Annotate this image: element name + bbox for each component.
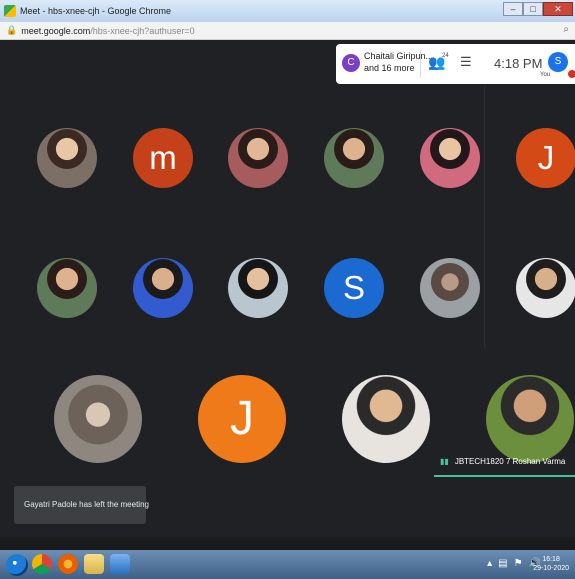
participant-photo-tile[interactable] bbox=[37, 128, 97, 188]
chat-icon[interactable]: ☰ bbox=[460, 54, 472, 70]
window-titlebar: Meet - hbs-xnee-cjh - Google Chrome – □ … bbox=[0, 0, 575, 22]
url-host: meet.google.com bbox=[21, 25, 91, 36]
active-speaker-name: JBTECH1820 7 Roshan Varma bbox=[454, 457, 566, 466]
taskbar-time: 16:18 bbox=[542, 556, 560, 563]
grid-divider bbox=[484, 86, 485, 348]
participants-count: 24 bbox=[442, 53, 449, 59]
firefox-icon[interactable] bbox=[58, 554, 78, 574]
maximize-button[interactable]: □ bbox=[523, 2, 543, 16]
self-avatar[interactable]: S bbox=[548, 52, 568, 72]
taskbar: ▴ ▤ ⚑ 🔊 16:18 29-10-2020 bbox=[0, 550, 575, 579]
participant-tile[interactable]: S bbox=[324, 258, 384, 318]
taskbar-date: 29-10-2020 bbox=[533, 565, 569, 572]
participant-photo-tile[interactable] bbox=[420, 258, 480, 318]
recording-indicator-icon bbox=[568, 70, 575, 78]
self-label: You bbox=[540, 72, 551, 78]
active-speaker-label: ▮▮ JBTECH1820 7 Roshan Varma bbox=[440, 457, 565, 466]
meeting-info-card: C Chaitali Giripun... and 16 more 👥 24 ☰… bbox=[336, 44, 575, 84]
participant-photo-tile[interactable] bbox=[342, 375, 430, 463]
active-speaker-indicator bbox=[434, 475, 575, 477]
lock-icon[interactable]: 🔒 bbox=[6, 25, 17, 36]
folder-icon[interactable] bbox=[84, 554, 104, 574]
url-path: /hbs-xnee-cjh?authuser=0 bbox=[90, 25, 195, 36]
participant-photo-tile[interactable] bbox=[228, 258, 288, 318]
participant-photo-tile[interactable] bbox=[420, 128, 480, 188]
start-button-icon[interactable] bbox=[6, 554, 28, 576]
participants-summary-line2: and 16 more bbox=[364, 63, 415, 73]
participant-photo-tile[interactable] bbox=[37, 258, 97, 318]
taskbar-clock[interactable]: 16:18 29-10-2020 bbox=[533, 555, 569, 573]
close-button[interactable]: ✕ bbox=[543, 2, 573, 16]
meeting-clock: 4:18 PM bbox=[494, 56, 543, 71]
participant-photo-tile[interactable] bbox=[133, 258, 193, 318]
search-zoom-icon[interactable]: ⌕ bbox=[563, 24, 569, 35]
participant-photo-tile[interactable] bbox=[486, 375, 574, 463]
participant-tile[interactable]: J bbox=[516, 128, 575, 188]
divider bbox=[420, 50, 421, 78]
participant-photo-tile[interactable] bbox=[516, 258, 575, 318]
tray-arrow-icon[interactable]: ▴ bbox=[487, 558, 492, 569]
chrome-icon[interactable] bbox=[32, 554, 52, 574]
meet-top-bar: C Chaitali Giripun... and 16 more 👥 24 ☰… bbox=[0, 40, 575, 86]
participant-photo-tile[interactable] bbox=[54, 375, 142, 463]
audio-level-icon: ▮▮ bbox=[440, 457, 449, 466]
flag-icon[interactable]: ⚑ bbox=[514, 558, 523, 569]
participants-summary-line1: Chaitali Giripun... bbox=[364, 51, 434, 61]
bottom-strip bbox=[0, 537, 575, 550]
participant-tile[interactable]: J bbox=[198, 375, 286, 463]
minimize-button[interactable]: – bbox=[503, 2, 523, 16]
participants-summary[interactable]: Chaitali Giripun... and 16 more bbox=[364, 50, 433, 74]
address-bar[interactable]: 🔒 meet.google.com/hbs-xnee-cjh?authuser=… bbox=[0, 22, 575, 40]
participant-photo-tile[interactable] bbox=[228, 128, 288, 188]
window-title: Meet - hbs-xnee-cjh - Google Chrome bbox=[20, 6, 172, 16]
participant-tile[interactable]: m bbox=[133, 128, 193, 188]
notification-toast: Gayatri Padole has left the meeting bbox=[14, 486, 149, 524]
window-controls: – □ ✕ bbox=[503, 2, 573, 16]
url-text[interactable]: meet.google.com/hbs-xnee-cjh?authuser=0 bbox=[21, 26, 194, 36]
participant-photo-tile[interactable] bbox=[324, 128, 384, 188]
participant-avatar[interactable]: C bbox=[342, 54, 360, 72]
network-icon[interactable]: ▤ bbox=[498, 558, 507, 569]
app-icon[interactable] bbox=[110, 554, 130, 574]
meet-favicon-icon bbox=[4, 5, 16, 17]
meet-stage: C Chaitali Giripun... and 16 more 👥 24 ☰… bbox=[0, 40, 575, 550]
